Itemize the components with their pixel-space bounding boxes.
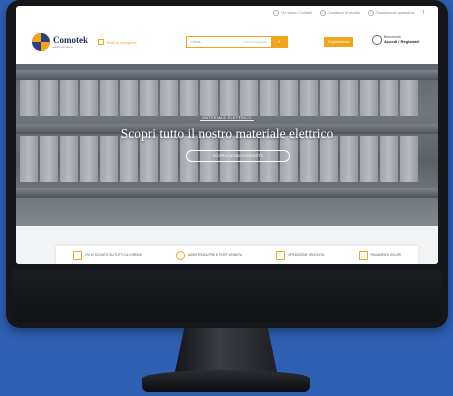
- hero-banner: MATERIALE ELETTRICO Scopri tutto il nost…: [16, 64, 438, 226]
- card-icon: [358, 250, 368, 260]
- account-link[interactable]: Benvenuto Accedi / Registrati: [372, 35, 419, 45]
- hero-cta-button[interactable]: SCOPRI IL MONDO DI PRODOTTI: [186, 150, 290, 162]
- search-icon: ⌕: [277, 39, 281, 45]
- search-input[interactable]: Cerca...: [187, 40, 244, 44]
- logo-name: Comotek: [53, 34, 88, 45]
- top-bar: Chi siamo / Contatti Condizioni di vendi…: [16, 6, 438, 20]
- site-logo[interactable]: Comotek Elettroforniture: [32, 33, 88, 51]
- features-bar: 2% DI SCONTO SU TUTTI GLI ORDINI ASSISTE…: [56, 246, 418, 264]
- topbar-link-about[interactable]: Chi siamo / Contatti: [272, 10, 312, 16]
- feature-item: PAGAMENTI SICURI: [358, 250, 401, 260]
- categories-button[interactable]: Tutte le categorie: [98, 39, 137, 45]
- truck-icon: [367, 10, 374, 16]
- monitor-stand: [174, 328, 278, 372]
- monitor-chin: [12, 270, 442, 322]
- topbar-link-terms[interactable]: Condizioni di vendita: [319, 10, 360, 16]
- search-category-select[interactable]: Tutte le categorie: [244, 40, 271, 44]
- grid-icon: [98, 39, 104, 45]
- feature-item: SPEDIZIONE GRATUITA: [276, 250, 324, 260]
- hero-title: Scopri tutto il nostro materiale elettri…: [120, 126, 334, 141]
- monitor-frame: Chi siamo / Contatti Condizioni di vendi…: [6, 0, 448, 328]
- site-header: Comotek Elettroforniture Tutte le catego…: [16, 20, 438, 64]
- logo-subtitle: Elettroforniture: [53, 44, 73, 49]
- monitor-base: [142, 370, 310, 392]
- truck-icon: [276, 250, 286, 260]
- website-screen: Chi siamo / Contatti Condizioni di vendi…: [16, 6, 438, 264]
- hero-kicker: MATERIALE ELETTRICO: [200, 116, 254, 121]
- search-bar: Cerca... Tutte le categorie ⌕: [186, 36, 288, 48]
- user-icon: [372, 35, 382, 45]
- search-button[interactable]: ⌕: [271, 37, 287, 47]
- support-icon: [175, 250, 185, 260]
- feature-item: 2% DI SCONTO SU TUTTI GLI ORDINI: [73, 250, 142, 260]
- facebook-icon[interactable]: f: [423, 10, 424, 16]
- percent-icon: [73, 250, 83, 260]
- document-icon: [319, 10, 326, 16]
- topbar-link-tracking[interactable]: Tracciamento spedizione: [367, 10, 415, 16]
- register-button[interactable]: Registrazione: [324, 37, 354, 47]
- info-icon: [272, 10, 279, 16]
- feature-item: ASSISTENZA PRE E POST VENDITA: [175, 250, 242, 260]
- logo-mark-icon: [32, 33, 50, 51]
